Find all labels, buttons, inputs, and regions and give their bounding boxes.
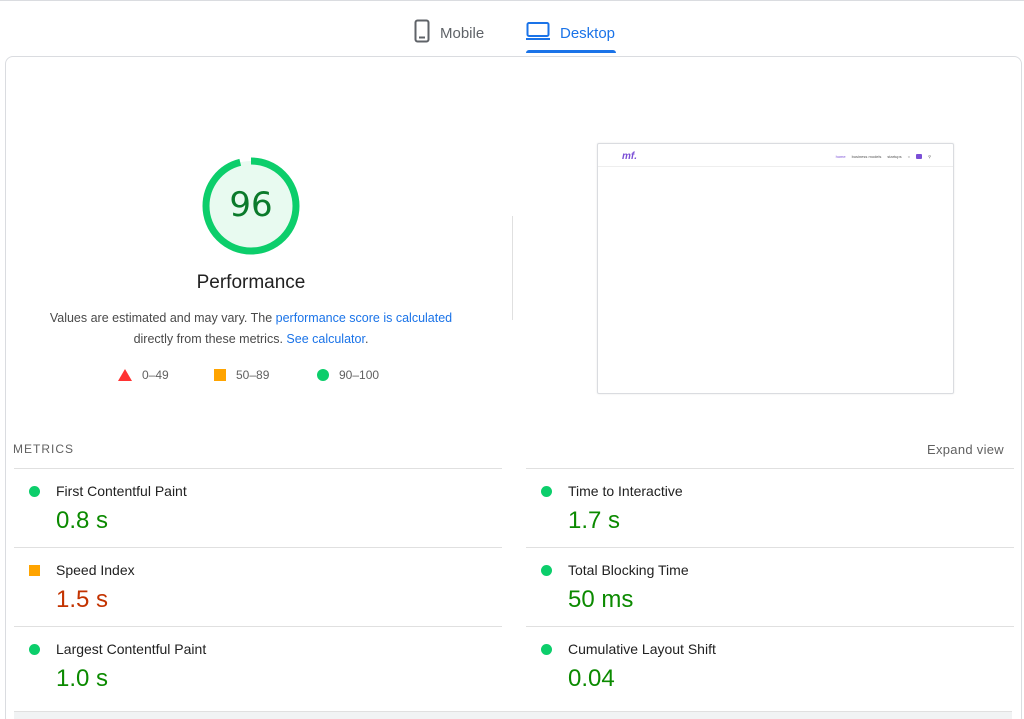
legend-average: 50–89 bbox=[214, 368, 269, 382]
score-calculation-link[interactable]: performance score is calculated bbox=[276, 311, 452, 325]
desktop-icon bbox=[526, 21, 550, 45]
metric-value: 1.0 s bbox=[56, 665, 109, 692]
metric-name: Cumulative Layout Shift bbox=[568, 641, 716, 657]
metric-name: Speed Index bbox=[56, 562, 135, 578]
legend-fail-label: 0–49 bbox=[142, 368, 169, 382]
legend-fail: 0–49 bbox=[118, 368, 169, 382]
expand-view-button[interactable]: Expand view bbox=[927, 442, 1004, 457]
metric-value: 0.04 bbox=[568, 665, 615, 692]
metric-name: Total Blocking Time bbox=[568, 562, 689, 578]
metric-largest-contentful-paint: Largest Contentful Paint 1.0 s bbox=[14, 626, 502, 705]
site-nav-home: home bbox=[835, 154, 846, 159]
final-screenshot[interactable]: mf. home business models startups ○ ⚲ bbox=[597, 143, 954, 394]
metric-name: Largest Contentful Paint bbox=[56, 641, 207, 657]
site-nav-startups: startups bbox=[887, 154, 902, 159]
performance-title: Performance bbox=[196, 272, 306, 293]
desc-prefix: Values are estimated and may vary. The bbox=[49, 311, 276, 325]
smartphone-icon bbox=[414, 19, 430, 47]
device-tabs: Mobile Desktop bbox=[0, 12, 1024, 56]
performance-score: 96 bbox=[229, 185, 273, 225]
badge-icon bbox=[916, 154, 923, 159]
metric-total-blocking-time: Total Blocking Time 50 ms bbox=[526, 547, 1014, 626]
legend-pass: 90–100 bbox=[317, 368, 379, 382]
vertical-divider bbox=[512, 216, 513, 320]
score-legend: 0–49 50–89 90–100 bbox=[0, 368, 512, 388]
metric-value: 1.7 s bbox=[568, 507, 621, 534]
legend-pass-label: 90–100 bbox=[339, 368, 380, 382]
metrics-column-left: First Contentful Paint 0.8 s Speed Index… bbox=[14, 468, 502, 705]
top-border bbox=[0, 0, 1024, 3]
user-icon: ○ bbox=[907, 154, 911, 159]
next-section-edge bbox=[14, 711, 1012, 719]
pass-circle-icon bbox=[29, 644, 40, 655]
site-nav-business-models: business models bbox=[851, 154, 882, 159]
site-nav: home business models startups ○ ⚲ bbox=[836, 154, 931, 159]
metrics-column-right: Time to Interactive 1.7 s Total Blocking… bbox=[526, 468, 1014, 705]
circle-icon bbox=[317, 369, 329, 381]
tab-mobile[interactable]: Mobile bbox=[414, 12, 484, 54]
desc-middle: directly from these metrics. bbox=[133, 332, 287, 346]
pass-circle-icon bbox=[541, 644, 552, 655]
metric-name: Time to Interactive bbox=[568, 483, 683, 499]
average-square-icon bbox=[29, 565, 40, 576]
site-header-divider bbox=[598, 166, 953, 167]
active-tab-indicator bbox=[526, 50, 616, 53]
pass-circle-icon bbox=[29, 486, 40, 497]
metrics-heading: METRICS bbox=[13, 442, 74, 456]
tab-mobile-label: Mobile bbox=[440, 24, 485, 42]
metric-cumulative-layout-shift: Cumulative Layout Shift 0.04 bbox=[526, 626, 1014, 705]
tab-desktop[interactable]: Desktop bbox=[526, 12, 615, 54]
metric-value: 0.8 s bbox=[56, 507, 109, 534]
metric-name: First Contentful Paint bbox=[56, 483, 187, 499]
square-icon bbox=[214, 369, 226, 381]
metric-value: 50 ms bbox=[568, 586, 634, 613]
search-icon: ⚲ bbox=[928, 154, 931, 159]
tab-desktop-label: Desktop bbox=[560, 24, 616, 42]
pass-circle-icon bbox=[541, 565, 552, 576]
metric-value: 1.5 s bbox=[56, 586, 109, 613]
performance-description: Values are estimated and may vary. The p… bbox=[20, 308, 482, 350]
metric-time-to-interactive: Time to Interactive 1.7 s bbox=[526, 468, 1014, 547]
pass-circle-icon bbox=[541, 486, 552, 497]
site-logo: mf. bbox=[622, 151, 637, 162]
see-calculator-link[interactable]: See calculator bbox=[286, 332, 365, 346]
legend-average-label: 50–89 bbox=[236, 368, 270, 382]
metric-first-contentful-paint: First Contentful Paint 0.8 s bbox=[14, 468, 502, 547]
triangle-icon bbox=[118, 369, 132, 381]
metric-speed-index: Speed Index 1.5 s bbox=[14, 547, 502, 626]
desc-suffix: . bbox=[364, 332, 369, 346]
